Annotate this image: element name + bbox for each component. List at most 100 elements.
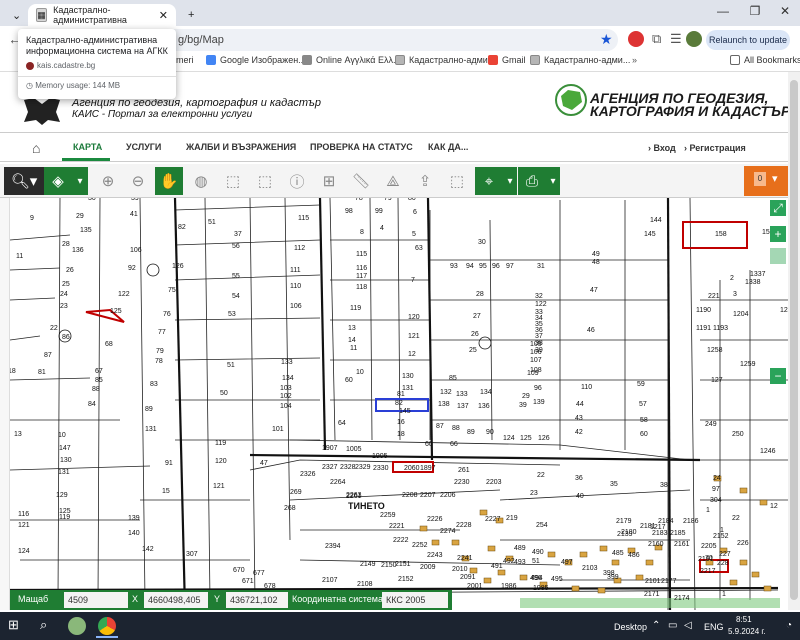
parcel-number: 129 [56,492,68,499]
parcel-number: 82 [178,224,186,231]
notifications-icon[interactable]: ◔ [786,620,792,631]
deselect-icon[interactable]: ⬚ [251,167,279,195]
search-icon[interactable]: 🔍︎▾ [4,167,44,195]
login-link[interactable]: › Вход [648,143,676,153]
bookmark-item[interactable]: Кадастрално-адми... [530,55,630,65]
home-icon[interactable]: ⌂ [32,140,40,156]
close-window-icon[interactable]: ✕ [774,4,796,22]
nav-how-to[interactable]: КАК ДА... [428,142,468,152]
left-scrollbar[interactable] [0,198,10,610]
desktop-label[interactable]: Desktop [614,622,647,632]
address-bar[interactable]: g/bg/Map [100,29,618,51]
parcel-number: 106 [130,247,142,254]
parcel-number: 121 [408,333,420,340]
parcel-number: 115 [298,215,309,222]
print-icon[interactable]: ⎙ [518,167,546,195]
parcel-number: 670 [233,567,245,574]
parcel-number: 87 [436,423,444,430]
parcel-number: 64 [338,420,346,427]
chevron-down-icon[interactable]: ▾ [503,167,517,195]
identify-icon[interactable]: ⊞ [315,167,343,195]
scrollbar-thumb[interactable] [790,80,798,600]
volume-icon[interactable]: ◁ [684,620,692,631]
building [519,574,528,581]
parcel-number: 105 [530,341,542,348]
scale-input[interactable]: 4509 [64,592,128,608]
clock-date[interactable]: 5.9.2024 г. [728,627,766,636]
restore-icon[interactable]: ❐ [744,4,766,22]
upload-icon[interactable]: ⇪ [411,167,439,195]
crs-select[interactable]: ККС 2005 [382,592,448,608]
parcel-number: 2227 [485,516,501,523]
chevron-down-icon[interactable]: ▾ [546,167,560,195]
parcel-number: 2001 [467,583,483,590]
selected-objects-button[interactable]: 0 ▾ [744,166,792,196]
select-area-icon[interactable]: ⬚ [219,167,247,195]
language-indicator[interactable]: ENG [704,622,724,632]
network-icon[interactable]: ▭ [668,620,677,631]
bookmark-item[interactable]: Google Изображен... [206,55,306,65]
extensions-icon[interactable]: ⧉ [652,31,661,47]
parcel-number: 119 [350,305,361,312]
bookmark-item[interactable]: meri [176,55,194,65]
parcel-number: 11 [16,253,23,260]
nav-status-check[interactable]: ПРОВЕРКА НА СТАТУС [310,142,413,152]
clear-selection-icon[interactable]: ⬚ [443,167,471,195]
zoom-out-button[interactable]: − [770,368,786,384]
zoom-out-icon[interactable]: ⊖ [124,167,152,195]
minimize-icon[interactable]: — [712,4,734,22]
zoom-slider[interactable] [770,248,786,264]
chrome-icon[interactable] [98,617,116,635]
widgets-icon[interactable] [68,617,86,635]
close-icon[interactable]: ✕ [159,9,168,22]
windows-taskbar [0,612,800,640]
nav-complaints[interactable]: ЖАЛБИ И ВЪЗРАЖЕНИЯ [186,142,296,152]
parcel-number: 80 [408,198,416,202]
chevron-down-icon[interactable]: ▾ [72,167,88,195]
nav-services[interactable]: УСЛУГИ [126,142,161,152]
zoom-in-button[interactable]: + [770,226,786,242]
tray-chevron-icon[interactable]: ⌃ [652,620,660,631]
tab-hover-card: Кадастрално-административна информационн… [18,29,176,99]
zoom-in-icon[interactable]: ⊕ [94,167,122,195]
building [487,545,496,552]
globe-icon[interactable]: ◍ [187,167,215,195]
profile-avatar[interactable] [686,31,702,47]
search-icon[interactable]: ⌕ [40,617,47,633]
folder-icon [730,55,740,65]
browser-tab-active[interactable]: ▦ Кадастрално-административна ✕ [28,4,176,26]
parcel-number: 85 [95,377,103,384]
nav-map[interactable]: КАРТА [73,142,102,152]
parcel-number: 53 [228,311,236,318]
measure-area-icon[interactable]: ⟁ [379,167,407,195]
more-bookmarks-icon[interactable]: » [632,55,637,65]
info-icon[interactable]: ⓘ [283,167,311,195]
parcel-number: 18 [10,368,16,375]
parcel-number: 95 [479,263,487,270]
parcel-number: 116 [356,265,367,272]
tab-search-icon[interactable]: ⌄ [4,4,24,26]
menu-icon[interactable]: ☰ [670,31,682,47]
bookmark-star-icon[interactable]: ★ [600,31,613,48]
measure-length-icon[interactable]: 📏︎ [347,167,375,195]
parcel-number: 2 [730,275,734,282]
parcel-number: 2243 [427,552,443,559]
location-icon[interactable]: ⌖ [475,167,503,195]
bookmark-item[interactable]: Online Αγγλικά Ελλ... [302,55,400,65]
parcel-number: 2208 [402,492,418,499]
clock-time[interactable]: 8:51 [736,615,752,624]
expand-icon[interactable]: ⤢ [770,200,786,216]
bookmark-item[interactable]: Кадастрално-адми... [395,55,495,65]
parcel-number: 67 [95,368,103,375]
bookmark-item[interactable]: Gmail [488,55,526,65]
relaunch-button[interactable]: Relaunch to update [706,30,790,50]
extension-abp-icon[interactable] [628,31,644,47]
cadastral-map[interactable]: 3039941617879801631855814411598996632982… [10,198,788,610]
new-tab-button[interactable]: + [180,4,196,26]
layers-icon[interactable]: ◈ [44,167,72,195]
windows-start-icon[interactable]: ⊞ [8,617,19,633]
register-link[interactable]: › Регистрация [684,143,746,153]
all-bookmarks[interactable]: All Bookmarks [730,55,800,65]
pan-hand-icon[interactable]: ✋ [155,167,183,195]
parcel-number: 14 [348,337,356,344]
